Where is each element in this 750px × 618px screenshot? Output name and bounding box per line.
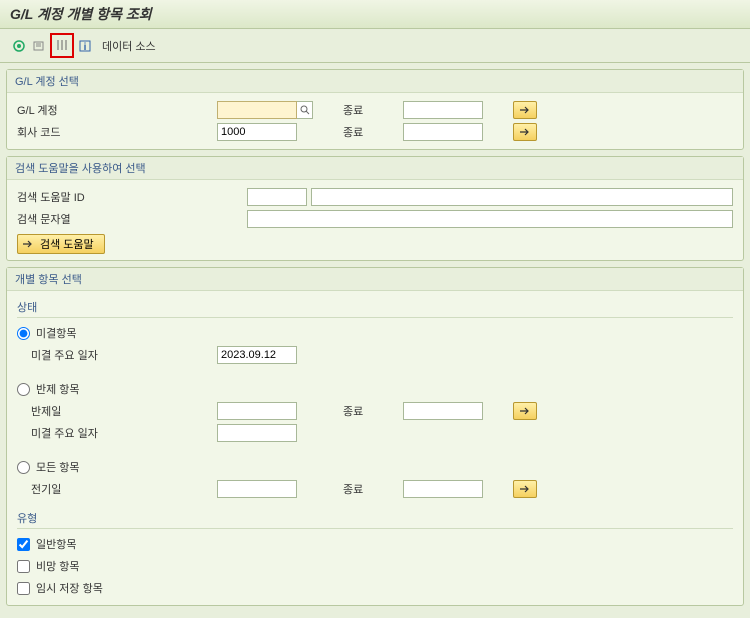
multi-select-button[interactable] — [513, 480, 537, 498]
search-id-label: 검색 도움말 ID — [17, 189, 217, 205]
cleared-items-radio[interactable] — [17, 383, 30, 396]
data-source-label[interactable]: 데이터 소스 — [102, 38, 156, 54]
search-help-button[interactable]: 검색 도움말 — [17, 234, 105, 254]
line-item-title: 개별 항목 선택 — [7, 268, 743, 291]
info-icon[interactable]: i — [76, 37, 94, 55]
posting-date-label: 전기일 — [17, 481, 217, 497]
clearing-date-input[interactable] — [217, 402, 297, 420]
multi-select-button[interactable] — [513, 402, 537, 420]
parked-items-checkbox[interactable] — [17, 582, 30, 595]
all-items-radio-row[interactable]: 모든 항목 — [17, 459, 217, 475]
gl-account-input[interactable] — [217, 101, 297, 119]
posting-end-label: 종료 — [343, 481, 403, 497]
open-key-date2-input[interactable] — [217, 424, 297, 442]
company-code-input[interactable] — [217, 123, 297, 141]
cleared-items-label: 반제 항목 — [36, 381, 80, 397]
company-code-label: 회사 코드 — [17, 124, 217, 140]
variant-save-icon[interactable] — [53, 36, 71, 54]
search-id-input[interactable] — [247, 188, 307, 206]
open-items-radio-row[interactable]: 미결항목 — [17, 325, 217, 341]
posting-date-input[interactable] — [217, 480, 297, 498]
open-key-date-input[interactable] — [217, 346, 297, 364]
normal-items-checkbox[interactable] — [17, 538, 30, 551]
gl-end-label: 종료 — [343, 102, 403, 118]
gl-account-panel: G/L 계정 선택 G/L 계정 종료 회사 코드 종료 — [6, 69, 744, 150]
search-id-desc-input[interactable] — [311, 188, 733, 206]
search-string-label: 검색 문자열 — [17, 211, 217, 227]
search-panel-title: 검색 도움말을 사용하여 선택 — [7, 157, 743, 180]
type-title: 유형 — [17, 510, 733, 529]
status-title: 상태 — [17, 299, 733, 318]
parked-items-label: 임시 저장 항목 — [36, 580, 103, 596]
line-item-panel: 개별 항목 선택 상태 미결항목 미결 주요 일자 반제 항목 반제일 종료 — [6, 267, 744, 606]
normal-items-label: 일반항목 — [36, 536, 76, 552]
open-key-date2-label: 미결 주요 일자 — [17, 425, 217, 441]
gl-end-input[interactable] — [403, 101, 483, 119]
highlighted-toolbar-button — [50, 33, 74, 58]
variant-get-icon[interactable] — [30, 37, 48, 55]
f4-help-icon[interactable] — [297, 101, 313, 119]
gl-panel-title: G/L 계정 선택 — [7, 70, 743, 93]
all-items-radio[interactable] — [17, 461, 30, 474]
parked-items-row[interactable]: 임시 저장 항목 — [17, 580, 217, 596]
gl-account-label: G/L 계정 — [17, 102, 217, 118]
clearing-end-input[interactable] — [403, 402, 483, 420]
clearing-end-label: 종료 — [343, 403, 403, 419]
posting-end-input[interactable] — [403, 480, 483, 498]
company-end-label: 종료 — [343, 124, 403, 140]
multi-select-button[interactable] — [513, 101, 537, 119]
page-title: G/L 계정 개별 항목 조회 — [0, 0, 750, 29]
open-key-date-label: 미결 주요 일자 — [17, 347, 217, 363]
toolbar: i 데이터 소스 — [0, 29, 750, 63]
open-items-radio[interactable] — [17, 327, 30, 340]
cleared-items-radio-row[interactable]: 반제 항목 — [17, 381, 217, 397]
noted-items-checkbox[interactable] — [17, 560, 30, 573]
normal-items-row[interactable]: 일반항목 — [17, 536, 217, 552]
all-items-label: 모든 항목 — [36, 459, 80, 475]
open-items-label: 미결항목 — [36, 325, 76, 341]
execute-icon[interactable] — [10, 37, 28, 55]
search-help-panel: 검색 도움말을 사용하여 선택 검색 도움말 ID 검색 문자열 검색 도움말 — [6, 156, 744, 261]
noted-items-row[interactable]: 비망 항목 — [17, 558, 217, 574]
noted-items-label: 비망 항목 — [36, 558, 80, 574]
company-end-input[interactable] — [403, 123, 483, 141]
search-string-input[interactable] — [247, 210, 733, 228]
svg-text:i: i — [84, 42, 87, 53]
search-help-button-label: 검색 도움말 — [40, 236, 94, 252]
clearing-date-label: 반제일 — [17, 403, 217, 419]
multi-select-button[interactable] — [513, 123, 537, 141]
